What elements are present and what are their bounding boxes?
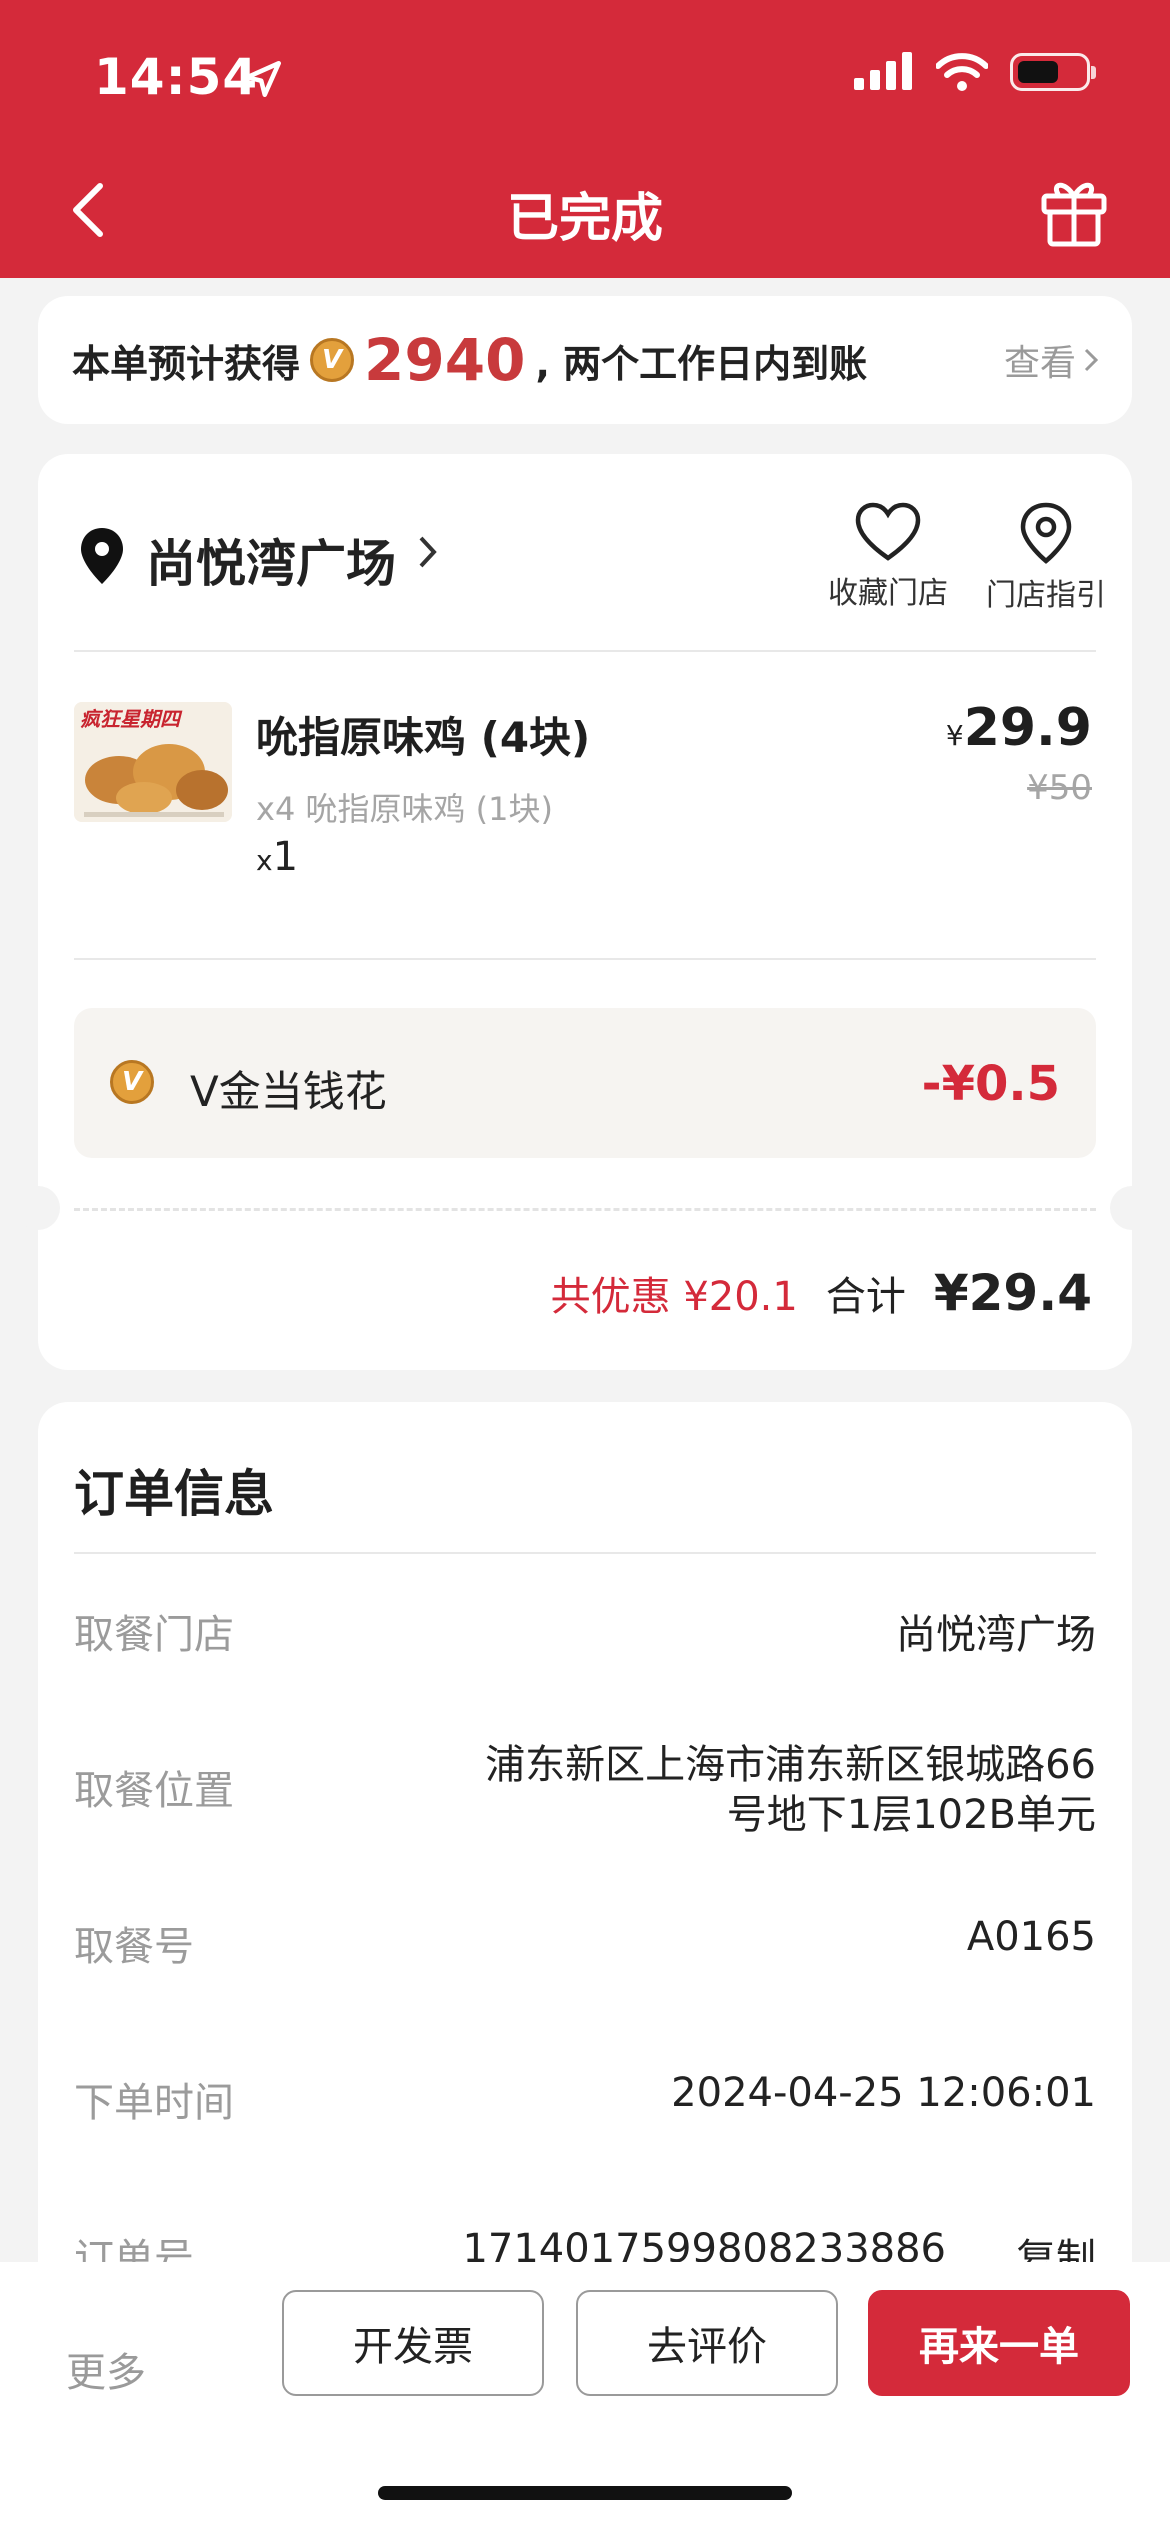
discount-value: -¥0.5 [921,1056,1060,1112]
fried-chicken-image: 疯狂星期四 [74,702,232,822]
product-quantity: x1 [256,834,299,880]
page-title: 已完成 [506,189,663,249]
points-banner: 本单预计获得 V 2940 , 两个工作日内到账 查看 [38,296,1132,424]
store-name[interactable]: 尚悦湾广场 [146,524,396,596]
wifi-icon [936,53,988,91]
dashed-divider [74,1208,1096,1211]
battery-icon [1010,53,1096,91]
divider [74,650,1096,652]
status-icons [854,52,1096,92]
points-view-label: 查看 [1003,343,1076,384]
heart-icon [855,502,921,561]
points-view-link[interactable]: 查看 [1004,334,1098,386]
discount-label: V金当钱花 [190,1067,387,1116]
store-guide-label: 门店指引 [986,578,1106,613]
v-gold-discount: V V金当钱花 -¥0.5 [74,1008,1096,1158]
review-button[interactable]: 去评价 [576,2290,838,2396]
product-name: 吮指原味鸡 (4块) [256,713,591,762]
svg-text:疯狂星期四: 疯狂星期四 [80,707,183,731]
order-info-title: 订单信息 [74,1465,274,1523]
favorite-store-button[interactable]: 收藏门店 [800,502,976,612]
ticket-notch [1110,1186,1154,1230]
v-coin-icon: V [310,338,355,382]
v-coin-icon: V [110,1060,154,1104]
product-image: 疯狂星期四 [74,702,232,822]
home-indicator [378,2486,792,2500]
chevron-right-icon[interactable] [418,534,438,570]
divider [74,1552,1096,1554]
more-link[interactable]: 更多 [66,2340,146,2398]
status-time: 14:54 [94,48,259,106]
header: 14:54 已完成 [0,0,1170,278]
points-prefix: 本单预计获得 [72,341,301,386]
pickup-location-line2: 号地下1层102B单元 [726,1792,1096,1838]
favorite-store-label: 收藏门店 [828,576,948,611]
product-price: ¥29.9 [945,698,1092,758]
location-pin-icon [81,528,123,584]
store-guide-button[interactable]: 门店指引 [966,502,1126,614]
reorder-button[interactable]: 再来一单 [868,2290,1130,2396]
map-pin-outline-icon [1020,502,1072,564]
gift-icon[interactable] [1034,170,1114,250]
total-amount: ¥29.4 [933,1264,1092,1322]
ticket-notch [16,1186,60,1230]
signal-icon [854,52,912,90]
product-subtitle: x4 吮指原味鸡 (1块) [256,790,553,828]
chevron-right-icon [1084,348,1098,372]
points-suffix: , 两个工作日内到账 [535,341,868,386]
product-original-price: ¥50 [1027,768,1092,808]
info-row-pickup-location: 取餐位置 浦东新区上海市浦东新区银城路66 号地下1层102B单元 [74,1732,1096,1842]
total-discount: 共优惠 ¥20.1 [550,1274,798,1320]
points-amount: 2940 [364,326,526,394]
divider [74,958,1096,960]
order-card: 尚悦湾广场 收藏门店 门店指引 疯狂星期四 吮指原味鸡 (4块) x4 吮指原味… [16,454,1154,1370]
invoice-button[interactable]: 开发票 [282,2290,544,2396]
location-arrow-icon [244,60,282,98]
total-label: 合计 [825,1274,906,1320]
order-summary: 共优惠 ¥20.1 合计 ¥29.4 [551,1264,1092,1322]
